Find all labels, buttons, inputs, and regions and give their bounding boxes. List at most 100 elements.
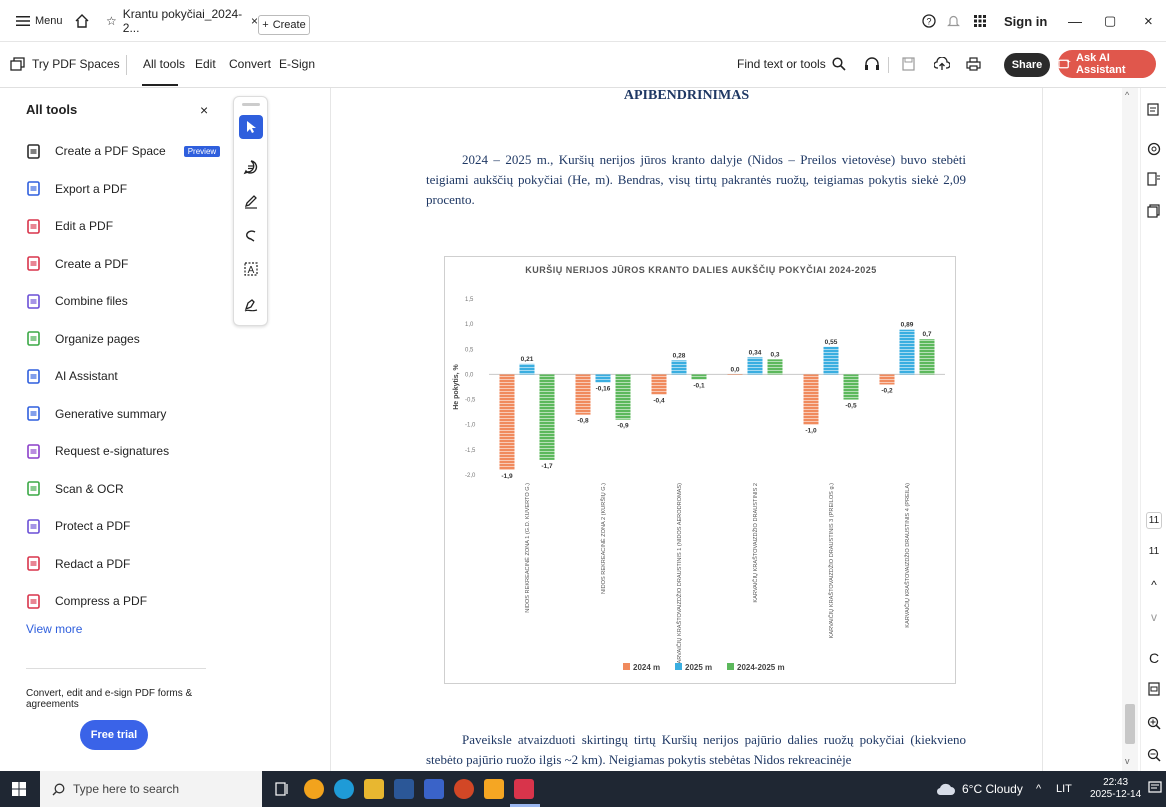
edge-app-icon[interactable]: [334, 779, 354, 799]
generative-summary-icon[interactable]: [1146, 102, 1162, 119]
data-label: 0,0: [730, 366, 739, 373]
create-tab-button[interactable]: + Create: [258, 15, 310, 35]
draw-tool-button[interactable]: [239, 189, 263, 213]
tool-label: AI Assistant: [55, 369, 118, 383]
comment-tool-button[interactable]: [239, 155, 263, 179]
annotation-toolstrip: A: [233, 96, 268, 326]
upload-cloud-icon[interactable]: [934, 43, 950, 85]
tray-overflow-icon[interactable]: ^: [1036, 771, 1041, 807]
fit-page-icon[interactable]: [1146, 682, 1162, 699]
lasso-tool-button[interactable]: [239, 223, 263, 247]
tab-title: Krantu pokyčiai_2024-2...: [122, 7, 243, 35]
chrome-app-icon[interactable]: [304, 779, 324, 799]
select-tool-button[interactable]: [239, 115, 263, 139]
taskbar-search-box[interactable]: Type here to search: [40, 771, 262, 807]
tool-compress-a-pdf[interactable]: Compress a PDF: [26, 590, 147, 612]
y-axis-label: He pokytis, %: [453, 363, 460, 409]
bookmarks-rail-icon[interactable]: [1146, 172, 1162, 189]
menu-button[interactable]: Menu: [16, 0, 63, 42]
tab-e-sign[interactable]: E-Sign: [279, 43, 315, 85]
messenger-app-icon[interactable]: [484, 779, 504, 799]
tab-all-tools[interactable]: All tools: [143, 43, 185, 85]
view-more-link[interactable]: View more: [26, 622, 82, 636]
tool-combine-files[interactable]: Combine files: [26, 290, 128, 312]
page-down-icon[interactable]: v: [1146, 610, 1162, 624]
tool-label: Scan & OCR: [55, 481, 124, 496]
tool-label: Create a PDF Space: [55, 144, 166, 158]
try-pdf-spaces-button[interactable]: Try PDF Spaces: [10, 43, 120, 85]
save-icon[interactable]: [902, 43, 915, 85]
tool-request-e-signatures[interactable]: Request e-signatures: [26, 440, 169, 462]
task-view-icon[interactable]: [274, 781, 290, 802]
tab-close-icon[interactable]: ×: [251, 14, 258, 28]
free-trial-button[interactable]: Free trial: [80, 720, 148, 750]
ask-ai-assistant-button[interactable]: Ask AI Assistant: [1058, 50, 1156, 78]
scrollbar-thumb[interactable]: [1125, 704, 1135, 744]
data-label: 0,89: [901, 322, 914, 329]
bell-icon[interactable]: [947, 0, 960, 42]
tool-export-a-pdf[interactable]: Export a PDF: [26, 178, 127, 200]
tool-protect-a-pdf[interactable]: Protect a PDF: [26, 515, 130, 537]
toolstrip-grip[interactable]: [242, 103, 260, 106]
clock[interactable]: 22:43 2025-12-14: [1090, 771, 1141, 807]
bar-2024-2025-m: [539, 374, 555, 460]
pages-rail-icon[interactable]: [1146, 204, 1162, 221]
tool-scan-ocr[interactable]: Scan & OCR: [26, 478, 124, 500]
page-number-box[interactable]: 11: [1146, 512, 1162, 529]
tool-label: Combine files: [55, 294, 128, 308]
legend-swatch: [675, 663, 682, 670]
star-icon[interactable]: ☆: [106, 14, 117, 28]
scroll-down-icon[interactable]: v: [1125, 756, 1130, 766]
tool-organize-pages[interactable]: Organize pages: [26, 328, 140, 350]
find-text-button[interactable]: Find text or tools: [737, 43, 846, 85]
tab-convert[interactable]: Convert: [229, 43, 271, 85]
zoom-out-icon[interactable]: [1146, 748, 1162, 765]
tool-ai-assistant[interactable]: AI Assistant: [26, 365, 118, 387]
powerpoint-app-icon[interactable]: [454, 779, 474, 799]
panel-close-icon[interactable]: ×: [200, 102, 208, 118]
organize-icon: [27, 331, 40, 346]
vertical-scrollbar[interactable]: ^ v: [1122, 88, 1138, 771]
language-indicator[interactable]: LIT: [1056, 771, 1072, 807]
redact-icon: [27, 556, 40, 571]
tool-create-a-pdf[interactable]: Create a PDF: [26, 253, 128, 275]
scroll-up-icon[interactable]: ^: [1125, 90, 1129, 100]
tab-edit[interactable]: Edit: [195, 43, 216, 85]
print-icon[interactable]: [966, 43, 981, 85]
data-label: -0,4: [653, 398, 665, 405]
home-icon[interactable]: [74, 0, 90, 42]
store-app-icon[interactable]: [424, 779, 444, 799]
read-aloud-icon[interactable]: [864, 43, 880, 85]
cloud-icon: [936, 783, 955, 796]
close-window-button[interactable]: ×: [1144, 0, 1153, 42]
share-button[interactable]: Share: [1004, 53, 1050, 77]
tool-create-a-pdf-space[interactable]: Create a PDF Space Preview: [26, 140, 221, 162]
help-icon[interactable]: ?: [922, 0, 936, 42]
notifications-icon[interactable]: [1148, 781, 1162, 800]
document-tab[interactable]: ☆ Krantu pokyčiai_2024-2... ×: [98, 6, 258, 36]
minimize-button[interactable]: —: [1068, 0, 1082, 42]
weather-widget[interactable]: 6°C Cloudy: [936, 771, 1023, 807]
apps-grid-icon[interactable]: [974, 0, 986, 42]
tool-label: Organize pages: [55, 331, 140, 346]
windows-start-icon[interactable]: [12, 782, 26, 801]
sign-in-button[interactable]: Sign in: [1004, 0, 1047, 42]
page-up-icon[interactable]: ^: [1146, 578, 1162, 592]
word-app-icon[interactable]: [394, 779, 414, 799]
rotate-icon[interactable]: C: [1146, 650, 1162, 666]
page-count: 11: [1148, 546, 1160, 557]
compress-icon: [27, 593, 40, 609]
sign-tool-button[interactable]: [239, 293, 263, 317]
acrobat-app-icon[interactable]: [514, 779, 534, 799]
document-paragraph-2: Paveiksle atvaizduoti skirtingų tirtų Ku…: [426, 732, 966, 767]
zoom-in-icon[interactable]: [1146, 716, 1162, 733]
tool-redact-a-pdf[interactable]: Redact a PDF: [26, 553, 130, 575]
combine-icon: [27, 293, 40, 309]
restore-button[interactable]: ▢: [1104, 0, 1116, 42]
tool-edit-a-pdf[interactable]: Edit a PDF: [26, 215, 113, 237]
file-explorer-app-icon[interactable]: [364, 779, 384, 799]
text-tool-button[interactable]: A: [239, 257, 263, 281]
tool-generative-summary[interactable]: Generative summary: [26, 403, 166, 425]
comments-rail-icon[interactable]: [1146, 142, 1162, 159]
bar-chart: KURŠIŲ NERIJOS JŪROS KRANTO DALIES AUKŠČ…: [453, 264, 945, 672]
